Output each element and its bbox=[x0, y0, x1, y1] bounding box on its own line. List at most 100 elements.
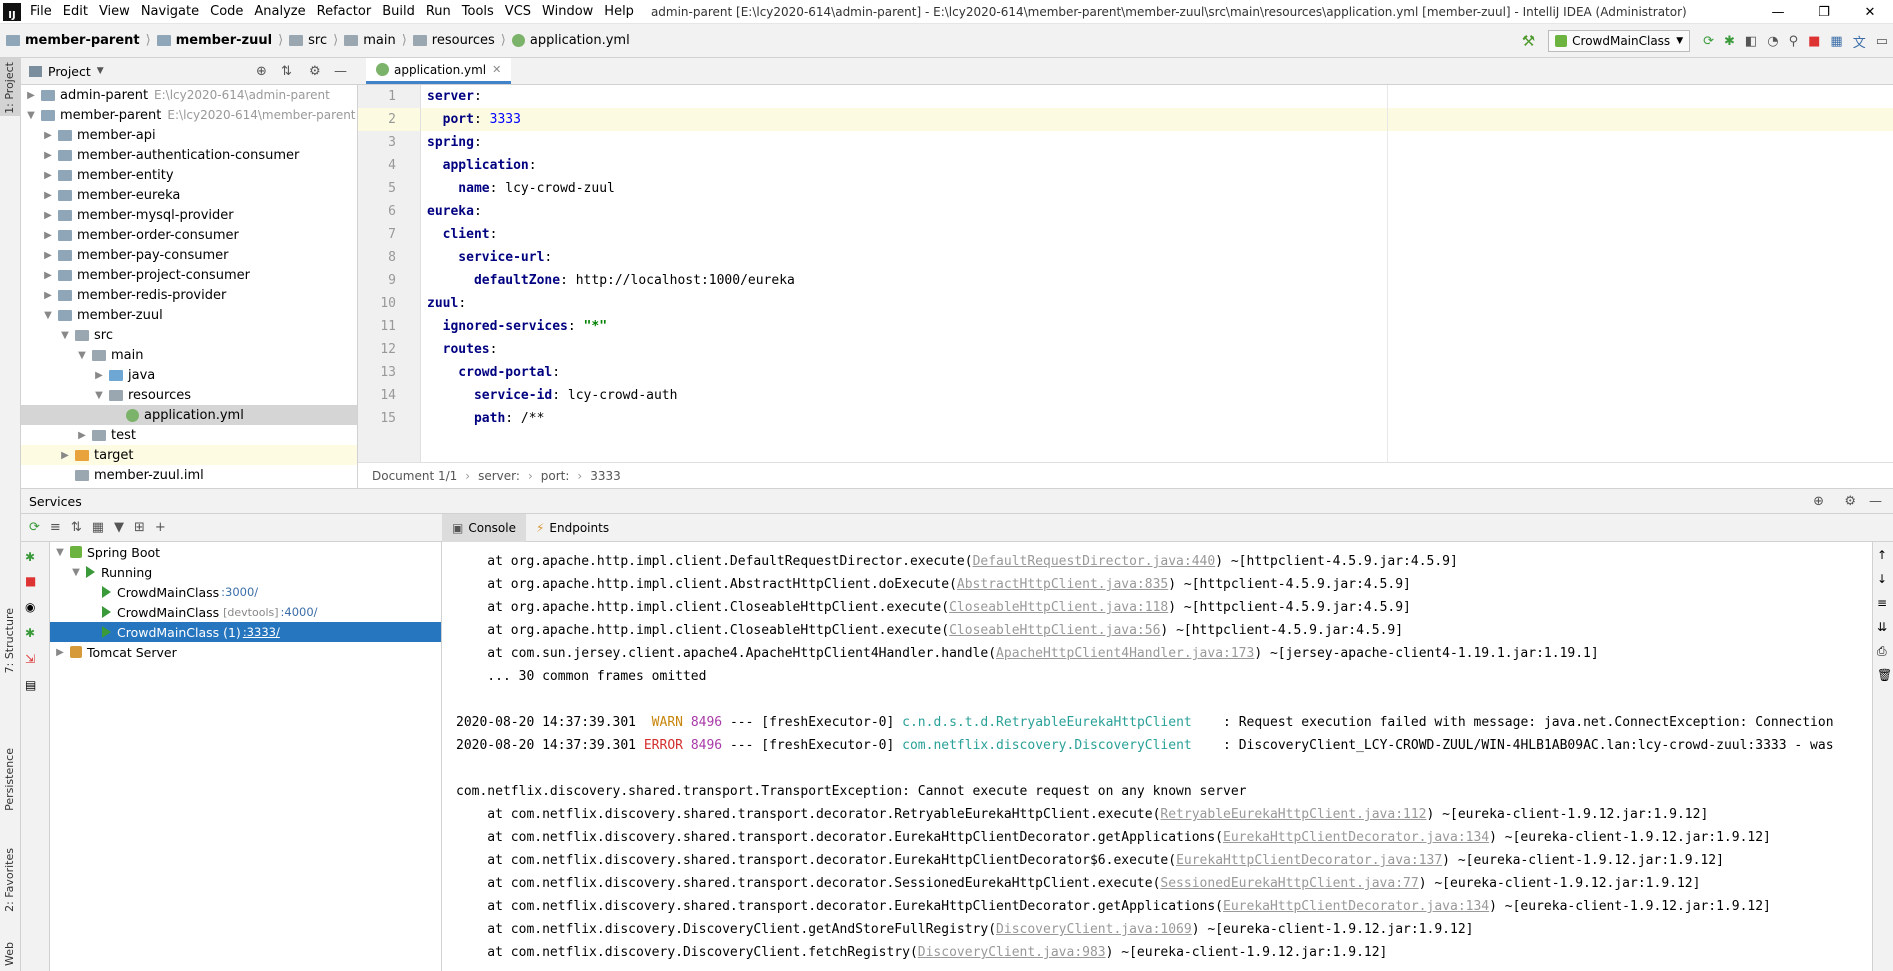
chevron-down-icon[interactable]: ▼ bbox=[59, 330, 71, 341]
print-icon[interactable]: ⎙ bbox=[1877, 644, 1887, 659]
tree-item[interactable]: ▶ member-entity bbox=[21, 165, 357, 185]
source-link[interactable]: EurekaHttpClientDecorator.java:134 bbox=[1223, 899, 1489, 914]
rerun-icon[interactable]: ⟳ bbox=[1703, 34, 1714, 49]
status-crumb[interactable]: server: bbox=[478, 469, 520, 483]
source-link[interactable]: ApacheHttpClient4Handler.java:173 bbox=[996, 646, 1254, 661]
status-crumb[interactable]: port: bbox=[541, 469, 570, 483]
chevron-down-icon[interactable]: ▼ bbox=[54, 547, 66, 558]
source-link[interactable]: RetryableEurekaHttpClient.java:112 bbox=[1160, 807, 1426, 822]
tree-item[interactable]: ▶ java bbox=[21, 365, 357, 385]
service-port-link[interactable]: :4000/ bbox=[281, 605, 318, 619]
gear-icon[interactable]: ⚙ bbox=[1844, 494, 1856, 509]
code-line[interactable]: spring: bbox=[421, 131, 1893, 154]
chevron-down-icon[interactable]: ▼ bbox=[25, 110, 37, 121]
tree-item[interactable]: ▼ member-zuul bbox=[21, 305, 357, 325]
menu-navigate[interactable]: Navigate bbox=[141, 4, 199, 19]
source-link[interactable]: DiscoveryClient.java:1069 bbox=[996, 922, 1192, 937]
code-line[interactable]: application: bbox=[421, 154, 1893, 177]
layout-icon[interactable]: ▭ bbox=[1876, 34, 1888, 49]
chevron-right-icon[interactable]: ▶ bbox=[42, 150, 54, 161]
menu-view[interactable]: View bbox=[99, 4, 130, 19]
chevron-right-icon[interactable]: ▶ bbox=[76, 430, 88, 441]
tree-item[interactable]: ▼ src bbox=[21, 325, 357, 345]
tab-console[interactable]: ▣ Console bbox=[442, 513, 526, 542]
service-port-link[interactable]: :3000/ bbox=[221, 585, 258, 599]
stop-icon[interactable]: ■ bbox=[1808, 34, 1820, 49]
breadcrumb-item[interactable]: src ⟩ bbox=[289, 33, 338, 48]
tree-item[interactable]: ▶ target bbox=[21, 445, 357, 465]
hide-icon[interactable]: — bbox=[1869, 494, 1882, 509]
menu-refactor[interactable]: Refactor bbox=[317, 4, 372, 19]
chevron-right-icon[interactable]: ▶ bbox=[54, 647, 66, 658]
add-service-icon[interactable]: + bbox=[155, 520, 166, 535]
tree-item[interactable]: ▶ admin-parent E:\lcy2020-614\admin-parent bbox=[21, 85, 357, 105]
chevron-right-icon[interactable]: ▶ bbox=[42, 130, 54, 141]
run-with-coverage-icon[interactable]: ◧ bbox=[1745, 34, 1757, 49]
tree-item[interactable]: ▶ member-project-consumer bbox=[21, 265, 357, 285]
collapse-all-icon[interactable]: ⇅ bbox=[71, 520, 82, 535]
menu-edit[interactable]: Edit bbox=[63, 4, 88, 19]
breadcrumb-item[interactable]: application.yml bbox=[511, 33, 630, 48]
tab-endpoints[interactable]: ⚡ Endpoints bbox=[526, 514, 619, 542]
trash-icon[interactable]: 🗑 bbox=[1877, 668, 1892, 682]
chevron-down-icon[interactable]: ▼ bbox=[97, 66, 104, 76]
new-tab-icon[interactable]: ⊞ bbox=[134, 520, 145, 535]
gear-icon[interactable]: ⚙ bbox=[309, 64, 321, 79]
source-link[interactable]: EurekaHttpClientDecorator.java:137 bbox=[1176, 853, 1442, 868]
tree-item[interactable]: ▶ member-redis-provider bbox=[21, 285, 357, 305]
code-line[interactable]: zuul: bbox=[421, 292, 1893, 315]
breadcrumb-item[interactable]: member-parent ⟩ bbox=[6, 33, 151, 48]
favorites-tool-label[interactable]: 2: Favorites bbox=[3, 848, 16, 912]
locate-icon[interactable]: ⊕ bbox=[256, 64, 267, 79]
build-hammer-icon[interactable]: ⚒ bbox=[1522, 32, 1535, 50]
chevron-right-icon[interactable]: ▶ bbox=[42, 210, 54, 221]
debug-icon[interactable]: ✱ bbox=[25, 550, 35, 564]
tab-application-yml[interactable]: application.yml ✕ bbox=[366, 58, 512, 84]
source-link[interactable]: DiscoveryClient.java:983 bbox=[918, 945, 1106, 960]
tree-item[interactable]: ▼ main bbox=[21, 345, 357, 365]
service-item[interactable]: CrowdMainClass (1):3333/ bbox=[50, 622, 441, 642]
profile-icon[interactable]: ◔ bbox=[1767, 34, 1778, 49]
attach-icon[interactable]: ⚲ bbox=[1789, 34, 1799, 49]
breadcrumb-item[interactable]: main ⟩ bbox=[344, 33, 407, 48]
arrow-up-icon[interactable]: ↑ bbox=[1877, 548, 1887, 562]
translate-icon[interactable]: 文 bbox=[1853, 32, 1866, 51]
source-link[interactable]: EurekaHttpClientDecorator.java:134 bbox=[1223, 830, 1489, 845]
chevron-right-icon[interactable]: ▶ bbox=[42, 170, 54, 181]
expand-all-icon[interactable]: ≡ bbox=[50, 520, 61, 535]
refresh-icon[interactable]: ⟳ bbox=[29, 520, 40, 535]
camera-icon[interactable]: ◉ bbox=[25, 600, 35, 614]
run-config-select[interactable]: CrowdMainClass ▼ bbox=[1548, 30, 1691, 52]
tree-item[interactable]: ▶ member-api bbox=[21, 125, 357, 145]
tree-item[interactable]: ▼ resources bbox=[21, 385, 357, 405]
persistence-tool-label[interactable]: Persistence bbox=[3, 748, 16, 811]
code-line[interactable]: ignored-services: "*" bbox=[421, 315, 1893, 338]
code-line[interactable]: defaultZone: http://localhost:1000/eurek… bbox=[421, 269, 1893, 292]
menu-analyze[interactable]: Analyze bbox=[254, 4, 305, 19]
web-tool-label[interactable]: Web bbox=[3, 942, 16, 966]
breadcrumb-item[interactable]: resources ⟩ bbox=[412, 33, 506, 48]
status-crumb[interactable]: 3333 bbox=[590, 469, 621, 483]
source-link[interactable]: CloseableHttpClient.java:118 bbox=[949, 600, 1168, 615]
menu-build[interactable]: Build bbox=[382, 4, 415, 19]
login-icon[interactable]: ⇲ bbox=[25, 652, 35, 666]
menu-help[interactable]: Help bbox=[604, 4, 634, 19]
project-structure-icon[interactable]: ▦ bbox=[1830, 34, 1842, 49]
debug-icon[interactable]: ✱ bbox=[25, 626, 35, 640]
chevron-right-icon[interactable]: ▶ bbox=[42, 190, 54, 201]
source-link[interactable]: AbstractHttpClient.java:835 bbox=[957, 577, 1168, 592]
chevron-right-icon[interactable]: ▶ bbox=[42, 290, 54, 301]
code-line[interactable]: crowd-portal: bbox=[421, 361, 1893, 384]
group-by-icon[interactable]: ▦ bbox=[92, 520, 104, 535]
service-item[interactable]: ▼ Spring Boot bbox=[50, 542, 441, 562]
service-item[interactable]: ▶ Tomcat Server bbox=[50, 642, 441, 662]
menu-run[interactable]: Run bbox=[426, 4, 451, 19]
menu-code[interactable]: Code bbox=[210, 4, 243, 19]
tree-item[interactable]: member-zuul.iml bbox=[21, 465, 357, 485]
source-link[interactable]: CloseableHttpClient.java:56 bbox=[949, 623, 1160, 638]
hide-icon[interactable]: — bbox=[334, 64, 347, 79]
chevron-right-icon[interactable]: ▶ bbox=[42, 270, 54, 281]
filter-icon[interactable]: ▼ bbox=[114, 520, 124, 535]
tree-item[interactable]: ▶ member-mysql-provider bbox=[21, 205, 357, 225]
tree-item[interactable]: ▼ member-parent E:\lcy2020-614\member-pare… bbox=[21, 105, 357, 125]
